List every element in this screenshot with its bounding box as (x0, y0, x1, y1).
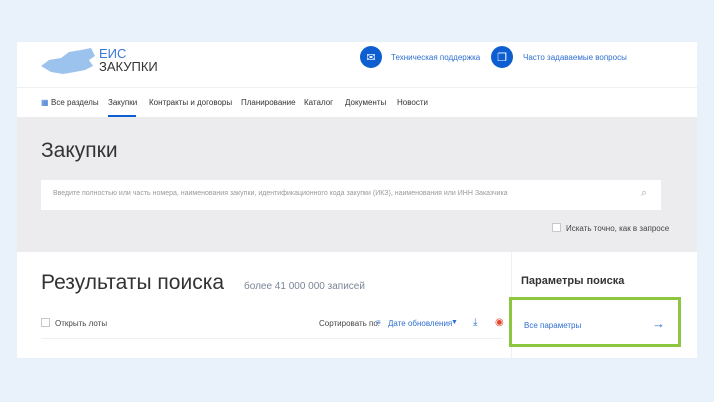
exact-label: Искать точно, как в запросе (566, 224, 670, 233)
support-link[interactable]: Техническая поддержка (391, 53, 480, 62)
russia-map-logo-icon (41, 48, 95, 74)
nav-zakupki[interactable]: Закупки (108, 98, 137, 107)
all-params-label: Все параметры (524, 321, 582, 330)
results-count: более 41 000 000 записей (244, 281, 365, 292)
sort-order-icon[interactable]: ≡ (376, 318, 381, 327)
sort-dropdown[interactable]: Дате обновления (388, 319, 452, 328)
mail-icon[interactable]: ✉ (360, 46, 382, 68)
all-params-button[interactable]: Все параметры → (509, 297, 681, 347)
params-panel: Параметры поиска Все параметры → (509, 252, 697, 358)
search-placeholder: Введите полностью или часть номера, наим… (53, 190, 508, 197)
faq-icon[interactable]: ❐ (491, 46, 513, 68)
logo-line2: ЗАКУПКИ (99, 59, 158, 74)
search-section: Закупки Введите полностью или часть номе… (17, 117, 697, 252)
nav-planning[interactable]: Планирование (241, 98, 296, 107)
params-title: Параметры поиска (521, 275, 625, 287)
search-input[interactable]: Введите полностью или часть номера, наим… (41, 180, 661, 210)
nav-contracts[interactable]: Контракты и договоры (149, 98, 232, 107)
grid-icon: ▦ (41, 98, 49, 107)
page-card: ЕИС ЗАКУПКИ ✉ Техническая поддержка ❐ Час… (17, 42, 697, 358)
results-title: Результаты поиска (41, 271, 225, 294)
rss-icon[interactable]: ◉ (495, 317, 504, 328)
nav-all-sections[interactable]: Все разделы (51, 98, 99, 107)
arrow-right-icon: → (652, 316, 665, 331)
chevron-down-icon: ▼ (451, 319, 458, 326)
logo[interactable]: ЕИС ЗАКУПКИ (99, 47, 158, 73)
open-lots-label: Открыть лоты (55, 319, 108, 328)
exact-checkbox[interactable] (552, 223, 561, 232)
nav-news[interactable]: Новости (397, 98, 428, 107)
main-nav: ▦ Все разделы Закупки Контракты и догово… (17, 87, 697, 117)
open-lots-checkbox[interactable] (41, 318, 50, 327)
divider (41, 338, 503, 339)
download-icon[interactable]: ⤓ (473, 317, 477, 328)
nav-documents[interactable]: Документы (345, 98, 386, 107)
nav-catalog[interactable]: Каталог (304, 98, 333, 107)
search-icon[interactable]: ⌕ (641, 187, 647, 200)
faq-link[interactable]: Часто задаваемые вопросы (523, 53, 627, 62)
page-title: Закупки (41, 139, 118, 162)
sort-label: Сортировать по: (319, 319, 381, 328)
